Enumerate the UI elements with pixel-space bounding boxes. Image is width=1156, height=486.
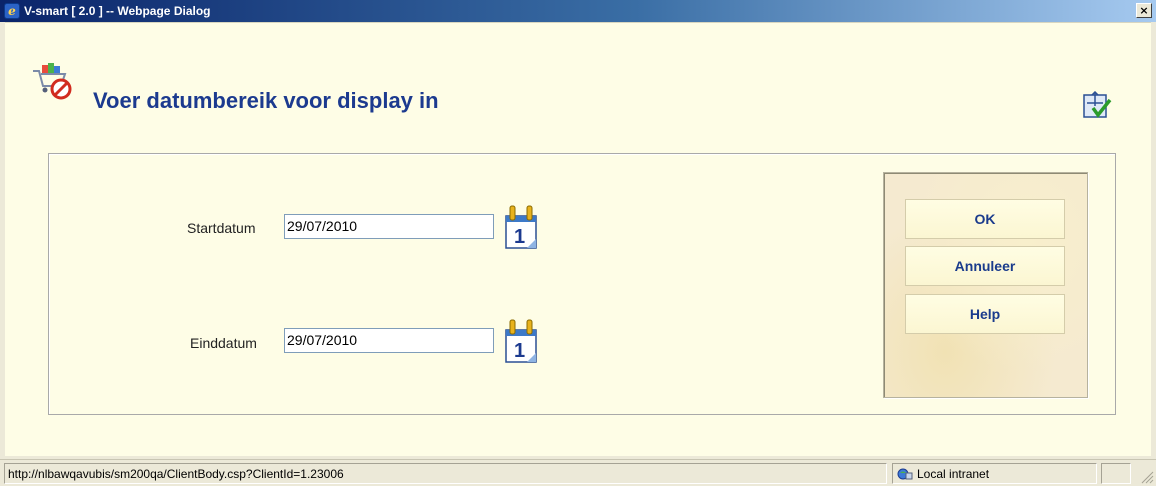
end-date-label: Einddatum [190, 335, 257, 351]
security-zone: Local intranet [892, 463, 1097, 484]
window-title-bar[interactable]: e V-smart [ 2.0 ] -- Webpage Dialog × [0, 0, 1156, 22]
help-button[interactable]: Help [905, 294, 1065, 334]
ie-icon: e [4, 3, 20, 19]
status-cell [1101, 463, 1131, 484]
page-title: Voer datumbereik voor display in [93, 88, 439, 113]
start-date-label: Startdatum [187, 220, 256, 236]
intranet-icon [897, 468, 913, 479]
calendar-icon[interactable]: 1 [503, 204, 543, 255]
calendar-icon[interactable]: 1 [503, 318, 543, 369]
svg-text:1: 1 [514, 340, 525, 362]
zone-label: Local intranet [917, 466, 990, 481]
status-url: http://nlbawqavubis/sm200qa/ClientBody.c… [4, 463, 887, 484]
close-button[interactable]: × [1136, 3, 1152, 18]
cancel-button[interactable]: Annuleer [905, 246, 1065, 286]
start-date-input[interactable]: 29/07/2010 [284, 214, 494, 239]
status-bar: http://nlbawqavubis/sm200qa/ClientBody.c… [0, 459, 1156, 486]
resize-grip-icon[interactable] [1140, 470, 1154, 484]
window-title: V-smart [ 2.0 ] -- Webpage Dialog [24, 4, 211, 18]
ok-button[interactable]: OK [905, 199, 1065, 239]
end-date-input[interactable]: 29/07/2010 [284, 328, 494, 353]
help-frame-icon[interactable] [1082, 90, 1112, 126]
shopping-cart-cancel-icon [30, 61, 80, 106]
svg-text:1: 1 [514, 226, 525, 248]
